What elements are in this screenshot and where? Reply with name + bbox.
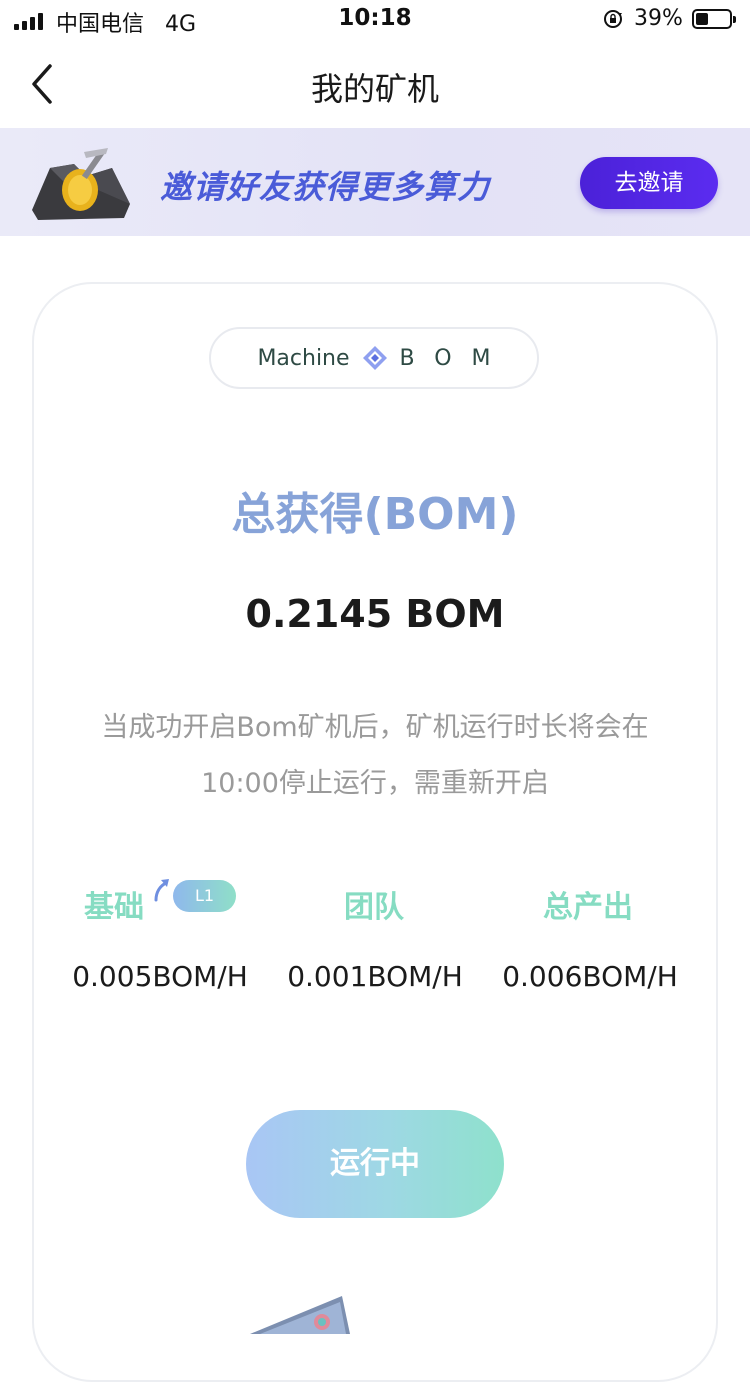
base-stat-label: 基础 xyxy=(84,890,144,925)
mining-card-art-icon xyxy=(250,1296,350,1334)
status-bar: 中国电信 4G 10:18 39% xyxy=(0,0,750,40)
rotation-lock-icon xyxy=(604,10,622,28)
mining-cart-icon xyxy=(32,148,130,220)
upgrade-arrow-icon[interactable] xyxy=(152,876,172,902)
bom-diamond-icon xyxy=(362,346,387,370)
total-earned-title: 总获得(BOM) xyxy=(231,489,519,540)
team-stat-value: 0.001BOM/H xyxy=(287,960,463,993)
battery-icon xyxy=(692,9,736,29)
total-output-value: 0.006BOM/H xyxy=(502,960,678,993)
notice-line-2: 10:00停止运行，需重新开启 xyxy=(201,768,549,799)
notice-line-1: 当成功开启Bom矿机后，矿机运行时长将会在 xyxy=(101,712,649,743)
base-stat-value: 0.005BOM/H xyxy=(72,960,248,993)
total-output-label: 总产出 xyxy=(543,890,633,925)
invite-button[interactable]: 去邀请 xyxy=(580,157,718,209)
battery-percentage: 39% xyxy=(634,6,683,31)
total-earned-value: 0.2145 BOM xyxy=(245,592,505,636)
team-stat-label: 团队 xyxy=(344,890,404,925)
nav-bar: 我的矿机 xyxy=(0,40,750,128)
machine-chip: Machine BOM xyxy=(209,327,539,389)
machine-label: Machine xyxy=(257,345,350,371)
invite-banner[interactable]: 邀请好友获得更多算力 去邀请 xyxy=(0,128,750,236)
run-notice: 当成功开启Bom矿机后，矿机运行时长将会在 10:00停止运行，需重新开启 xyxy=(50,700,700,812)
level-badge: L1 xyxy=(173,880,236,912)
machine-token: BOM xyxy=(399,345,511,371)
page-title: 我的矿机 xyxy=(310,70,439,108)
banner-headline: 邀请好友获得更多算力 xyxy=(160,168,491,206)
running-status-button[interactable]: 运行中 xyxy=(246,1110,504,1218)
